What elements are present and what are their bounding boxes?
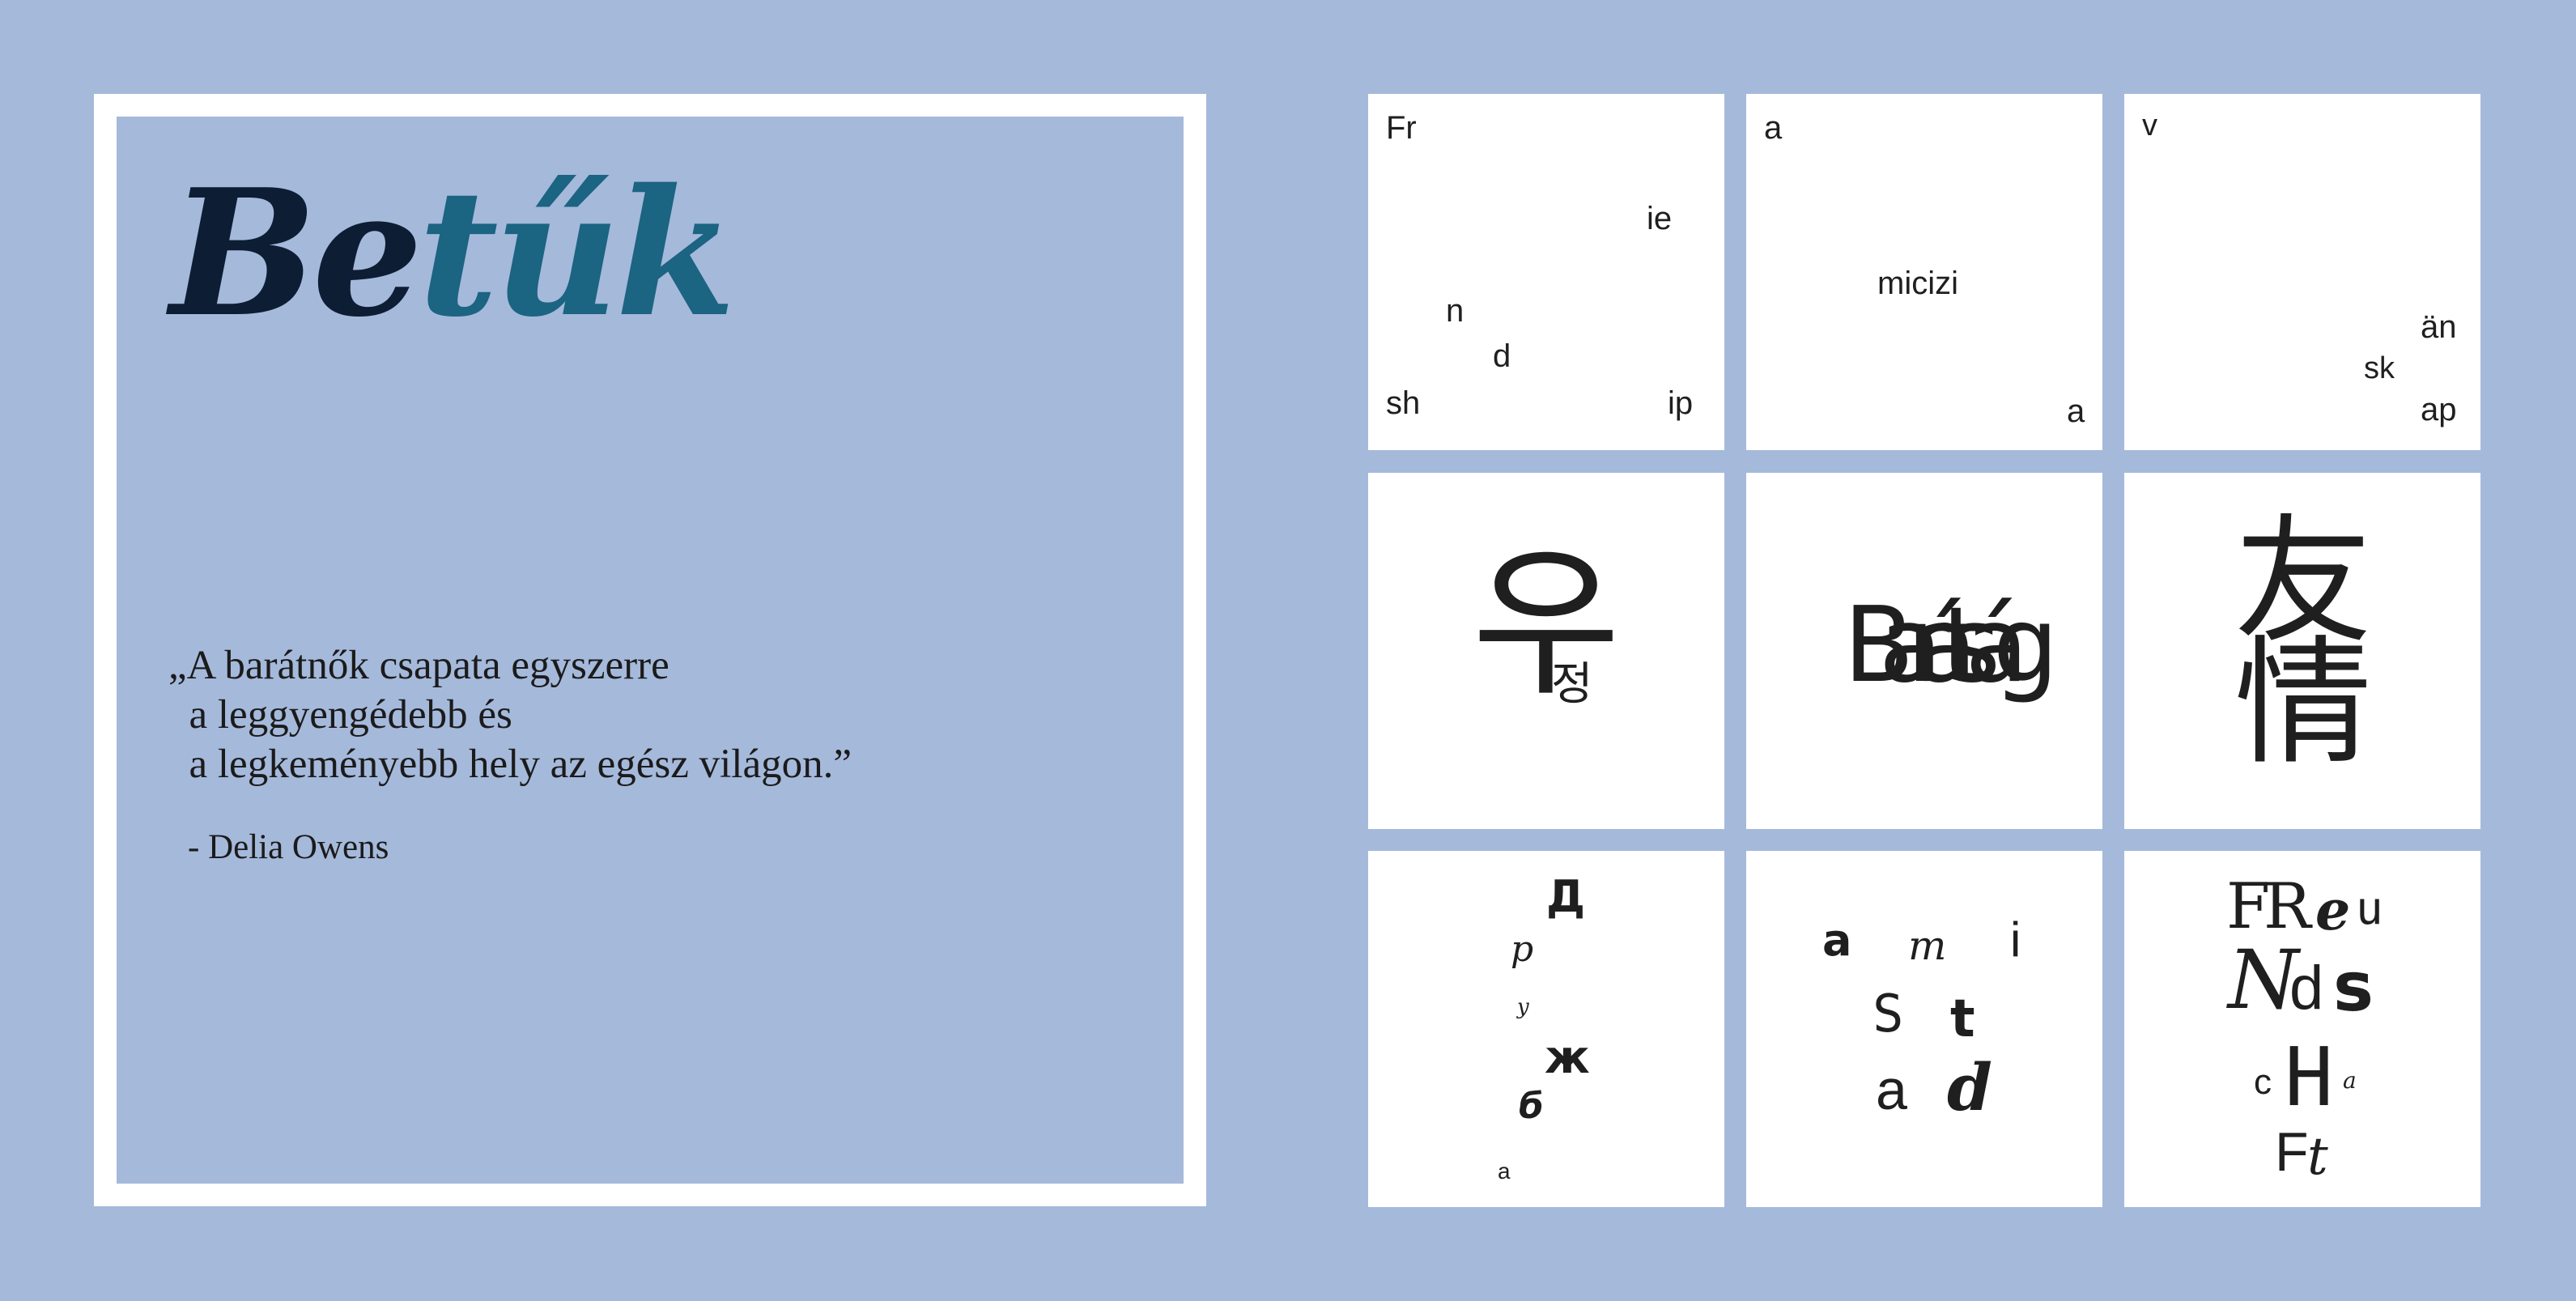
- tile-friendship-english: Fr ie n d sh ip: [1368, 94, 1724, 450]
- tile-letter: Fr: [1386, 110, 1417, 146]
- tile-letter: än: [2421, 309, 2457, 345]
- tile-letter: sh: [1386, 385, 1421, 421]
- tile-letter: s: [2333, 947, 2374, 1027]
- tile-letter: р: [1511, 929, 1534, 970]
- tile-word: Barátság: [1843, 585, 2059, 706]
- tile-letter: n: [1446, 293, 1464, 329]
- tile-letter: ж: [1545, 1031, 1590, 1084]
- tile-letter: t: [1950, 989, 1975, 1049]
- quote-text: „A barátnők csapata egyszerre a leggyeng…: [168, 641, 852, 789]
- tile-glyph: 정: [1551, 658, 1593, 711]
- tile-letter: micizi: [1877, 266, 1958, 301]
- tile-glyph: 情: [2234, 623, 2373, 784]
- tile-friendship-chinese: 友 情: [2124, 473, 2480, 829]
- tile-friendship-german: F R e u N d s c H a F t: [2124, 851, 2480, 1207]
- tile-letter: a: [2067, 393, 2085, 429]
- tile-letter: sk: [2364, 351, 2395, 385]
- tile-letter: u: [2356, 882, 2383, 935]
- tile-letter: ap: [2421, 392, 2457, 427]
- tile-letter: Д: [1546, 871, 1586, 922]
- tile-letter: d: [1493, 338, 1511, 374]
- tile-letter: a: [1876, 1058, 1907, 1121]
- tile-letter: m: [1908, 922, 1947, 969]
- tile-letter: R: [2264, 870, 2311, 943]
- tile-friendship-russian: Д р у ж б а: [1368, 851, 1724, 1207]
- title-part-1: Be: [170, 151, 423, 355]
- tile-letter: б: [1519, 1086, 1544, 1127]
- quote-line-2: a leggyengédebb és: [168, 692, 512, 738]
- tile-letter: d: [1947, 1049, 1992, 1125]
- quote-author: - Delia Owens: [188, 828, 389, 866]
- tile-letter: F: [2275, 1121, 2309, 1183]
- tile-letter: H: [2285, 1030, 2334, 1125]
- tile-letter: v: [2142, 108, 2157, 142]
- tile-letter: ie: [1647, 201, 1673, 236]
- tile-letter: N: [2228, 933, 2299, 1027]
- tile-friendship-korean: 우 정: [1368, 473, 1724, 829]
- tile-letter: t: [2307, 1127, 2328, 1187]
- tile-letter: a: [1764, 110, 1783, 146]
- tile-letter: d: [2289, 954, 2324, 1023]
- quote-line-3: a legkeményebb hely az egész világon.”: [168, 742, 852, 787]
- tile-glyph: 우: [1472, 530, 1622, 719]
- tile-letter: у: [1517, 995, 1530, 1019]
- tile-friendship-hungarian: Barátság: [1746, 473, 2102, 829]
- tile-letter: a: [2343, 1067, 2357, 1094]
- title-part-2: tűk: [418, 151, 737, 355]
- tile-letter: а: [1498, 1159, 1511, 1184]
- tile-letter: i: [2010, 912, 2021, 967]
- tile-friendship-italian: a micizi a: [1746, 94, 2102, 450]
- tile-friendship-swedish: v än sk ap: [2124, 94, 2480, 450]
- tile-friendship-spanish: a m i S t a d: [1746, 851, 2102, 1207]
- tile-letter: c: [2254, 1062, 2272, 1102]
- quote-line-1: „A barátnők csapata egyszerre: [168, 643, 670, 688]
- page-title: Betűk: [170, 166, 736, 340]
- tile-letter: e: [2315, 878, 2351, 943]
- tile-letter: a: [1822, 915, 1852, 966]
- tile-letter: ip: [1668, 385, 1694, 421]
- tile-letter: S: [1872, 984, 1904, 1044]
